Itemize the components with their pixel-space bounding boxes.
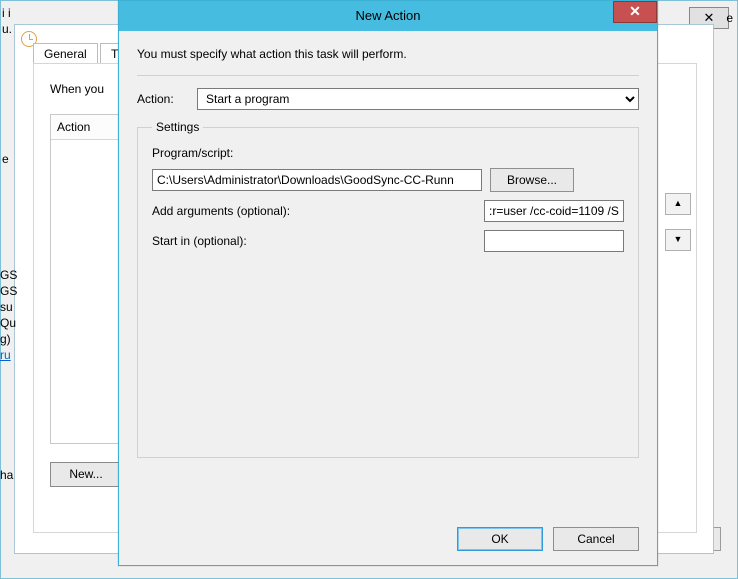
start-in-label: Start in (optional): (152, 234, 432, 248)
separator (137, 75, 639, 76)
dialog-close-button[interactable]: ✕ (613, 1, 657, 23)
arguments-label: Add arguments (optional): (152, 204, 432, 218)
chevron-up-icon: ▲ (674, 198, 683, 208)
start-in-input[interactable] (484, 230, 624, 252)
instruction-text: You must specify what action this task w… (137, 47, 639, 61)
action-label: Action: (137, 92, 187, 106)
close-icon: ✕ (704, 10, 715, 25)
arguments-input[interactable] (484, 200, 624, 222)
program-script-input[interactable] (152, 169, 482, 191)
chevron-down-icon: ▼ (674, 234, 683, 244)
settings-group: Settings Program/script: Browse... Add a… (137, 120, 639, 458)
cancel-button[interactable]: Cancel (553, 527, 639, 551)
dialog-titlebar[interactable]: New Action ✕ (119, 1, 657, 31)
dialog-body: You must specify what action this task w… (119, 31, 657, 565)
program-label: Program/script: (152, 146, 624, 160)
new-action-button[interactable]: New... (50, 462, 122, 487)
new-action-dialog: New Action ✕ You must specify what actio… (118, 0, 658, 566)
move-down-button[interactable]: ▼ (665, 229, 691, 251)
action-select[interactable]: Start a program (197, 88, 639, 110)
dialog-title: New Action (355, 8, 420, 23)
browse-button[interactable]: Browse... (490, 168, 574, 192)
tab-general[interactable]: General (33, 43, 98, 65)
edge-text: e (726, 11, 733, 25)
left-edge-fragments: i i u. e GS GS su Qu g) ru ha (0, 0, 16, 579)
ok-button[interactable]: OK (457, 527, 543, 551)
settings-legend: Settings (152, 120, 203, 134)
when-you-text: When you (50, 82, 104, 96)
dialog-button-row: OK Cancel (457, 527, 639, 551)
close-icon: ✕ (629, 3, 641, 19)
move-up-button[interactable]: ▲ (665, 193, 691, 215)
